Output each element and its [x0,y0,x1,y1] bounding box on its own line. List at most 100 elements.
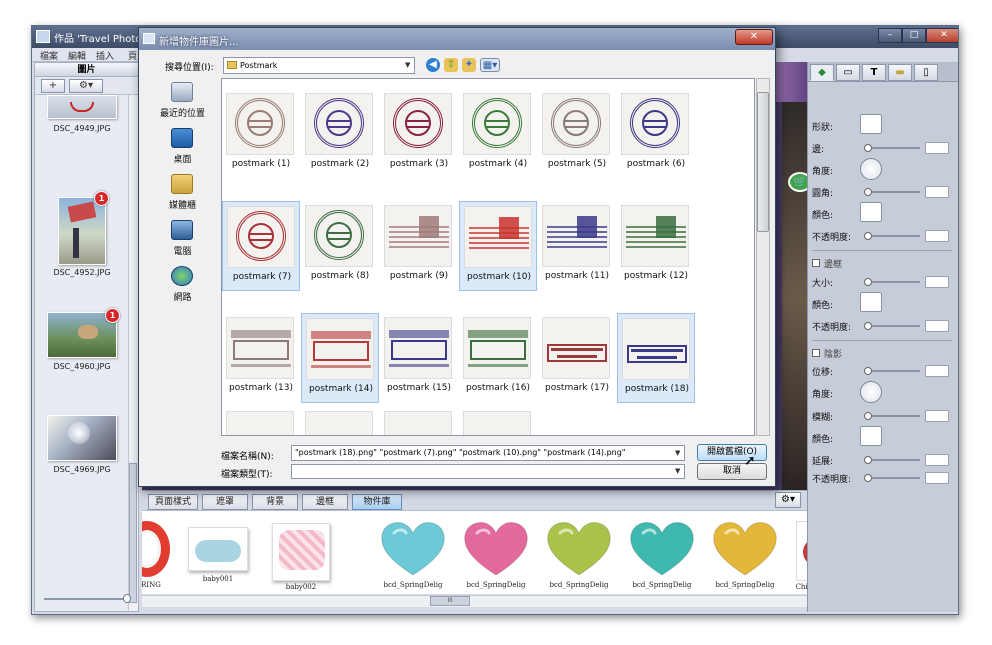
cancel-button[interactable]: 取消 [697,463,767,480]
file-item[interactable]: postmark (14) [301,313,379,403]
property-slider[interactable] [866,191,920,193]
property-value-input[interactable] [925,276,949,288]
slider-knob[interactable] [864,188,872,196]
place-desktop[interactable]: 桌面 [145,128,220,168]
property-value-input[interactable] [925,230,949,242]
property-slider[interactable] [866,370,920,372]
slider-knob[interactable] [864,278,872,286]
place-computer[interactable]: 電腦 [145,220,220,260]
tab-mask[interactable]: 遮罩 [202,494,248,510]
place-recent[interactable]: 最近的位置 [145,82,220,122]
dialog-titlebar[interactable]: 新增物件庫圖片... ✕ [139,28,775,50]
color-swatch[interactable] [860,202,882,222]
object-item[interactable] [544,519,614,579]
filename-input[interactable]: "postmark (18).png" "postmark (7).png" "… [291,445,685,461]
zoom-slider-knob[interactable] [123,594,131,603]
photo-thumbnail[interactable] [58,197,106,265]
close-button[interactable]: ✕ [926,28,958,43]
property-slider[interactable] [866,477,920,479]
file-item[interactable]: postmark (7) [222,201,300,291]
object-item[interactable] [710,519,780,579]
file-item[interactable]: postmark (15) [380,313,458,403]
zoom-slider[interactable] [44,598,126,600]
file-item[interactable]: postmark (13) [222,313,300,403]
slider-knob[interactable] [864,144,872,152]
tab-background[interactable]: 背景 [252,494,298,510]
file-item[interactable]: postmark (5) [538,89,616,179]
file-item[interactable]: postmark (8) [301,201,379,291]
property-value-input[interactable] [925,454,949,466]
look-in-select[interactable]: Postmark [223,57,415,74]
tab-ruler-properties[interactable]: ▬ [888,64,912,81]
slider-knob[interactable] [864,232,872,240]
color-swatch[interactable] [860,426,882,446]
property-slider[interactable] [866,459,920,461]
angle-dial[interactable] [860,381,882,403]
back-icon[interactable]: ◀ [426,58,440,72]
file-item[interactable]: postmark (12) [617,201,695,291]
file-item[interactable]: postmark (2) [301,89,379,179]
file-item[interactable]: postmark (11) [538,201,616,291]
property-value-input[interactable] [925,186,949,198]
new-folder-icon[interactable]: ✦ [462,58,476,72]
tab-page-style[interactable]: 頁面樣式 [148,494,198,510]
view-menu-icon[interactable]: ▦▾ [480,58,500,72]
tab-frame-properties[interactable]: ▭ [836,64,860,81]
object-library-settings-button[interactable]: ⚙▾ [775,492,801,508]
property-slider[interactable] [866,325,920,327]
object-item[interactable] [264,519,336,585]
file-item[interactable]: postmark (9) [380,201,458,291]
file-item[interactable] [459,407,537,435]
file-item[interactable]: postmark (4) [459,89,537,179]
photo-thumbnail[interactable] [47,95,117,119]
property-slider[interactable] [866,235,920,237]
slider-knob[interactable] [864,322,872,330]
photo-panel-scroll-thumb[interactable] [129,463,137,603]
chevron-down-icon[interactable]: ▼ [405,61,410,69]
filetype-select[interactable] [291,464,685,479]
up-folder-icon[interactable]: ⇧ [444,58,458,72]
slider-knob[interactable] [864,367,872,375]
property-value-input[interactable] [925,365,949,377]
object-strip-scroll-thumb[interactable]: III [430,596,470,606]
object-item[interactable] [378,519,448,579]
menu-file[interactable]: 檔案 [40,49,58,62]
file-item[interactable] [380,407,458,435]
place-network[interactable]: 網路 [145,266,220,306]
menu-page[interactable]: 頁 [128,49,137,62]
tab-text-properties[interactable]: T [862,64,886,81]
property-value-input[interactable] [925,410,949,422]
property-slider[interactable] [866,147,920,149]
angle-dial[interactable] [860,158,882,180]
tab-object-library[interactable]: 物件庫 [352,494,402,510]
photo-thumbnail[interactable] [47,415,117,461]
color-swatch[interactable] [860,292,882,312]
tab-shape-properties[interactable]: ◆ [810,64,834,81]
slider-knob[interactable] [864,412,872,420]
file-item[interactable] [301,407,379,435]
file-item[interactable]: postmark (17) [538,313,616,403]
menu-insert[interactable]: 插入 [96,49,114,62]
object-item[interactable] [627,519,697,579]
minimize-button[interactable]: – [878,28,902,43]
object-item[interactable] [142,519,170,581]
border-enable-checkbox[interactable] [812,259,820,267]
open-button[interactable]: 開啟舊檔(O) [697,444,767,461]
file-item[interactable]: postmark (18) [617,313,695,403]
file-item[interactable]: postmark (16) [459,313,537,403]
property-slider[interactable] [866,415,920,417]
object-item[interactable] [182,519,254,577]
object-item[interactable] [461,519,531,579]
color-swatch[interactable] [860,114,882,134]
photo-settings-button[interactable]: ⚙▾ [69,79,103,93]
slider-knob[interactable] [864,474,872,482]
menu-edit[interactable]: 編輯 [68,49,86,62]
add-photo-button[interactable]: + [41,79,65,93]
shadow-enable-checkbox[interactable] [812,349,820,357]
property-value-input[interactable] [925,472,949,484]
tab-page-properties[interactable]: ▯ [914,64,938,81]
property-value-input[interactable] [925,320,949,332]
dialog-close-button[interactable]: ✕ [735,29,773,45]
object-strip-scrollbar[interactable] [142,595,810,607]
tab-border[interactable]: 邊框 [302,494,348,510]
